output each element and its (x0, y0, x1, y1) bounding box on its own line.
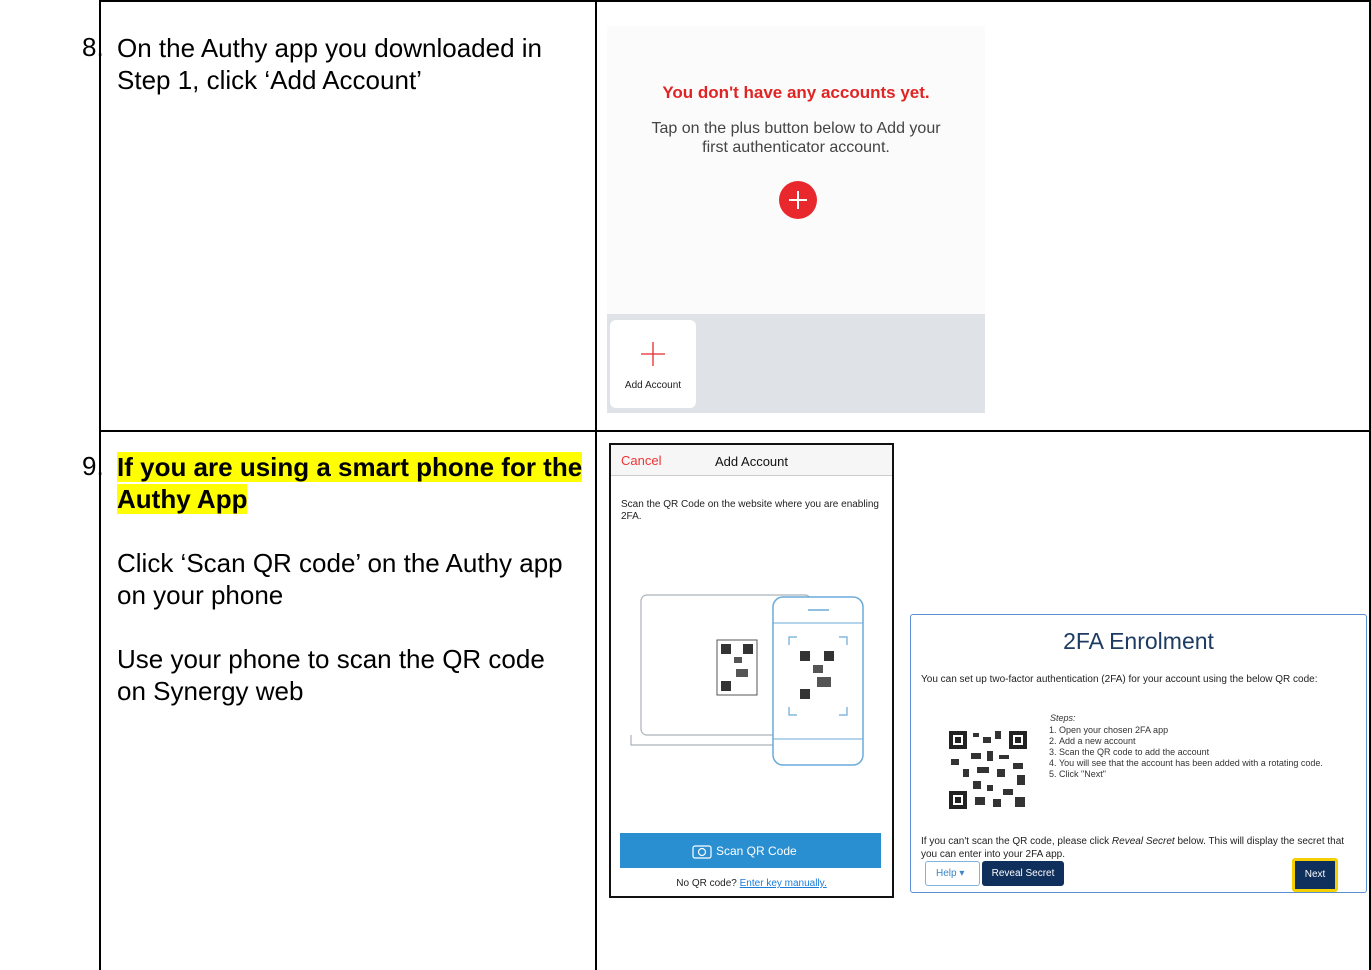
no-qr-code-text: No QR code? (676, 878, 737, 889)
add-account-header: Cancel Add Account (611, 445, 892, 476)
laptop-phone-qr-illustration (630, 594, 864, 766)
step-8-number: 8. (82, 32, 104, 62)
no-qr-code-line: No QR code? Enter key manually. (611, 878, 892, 889)
plus-icon (789, 191, 807, 209)
table-column-divider (595, 0, 597, 970)
scan-qr-code-button[interactable]: Scan QR Code (620, 833, 881, 868)
enrolment-title: 2FA Enrolment (1063, 628, 1214, 654)
reveal-secret-button[interactable]: Reveal Secret (982, 861, 1064, 886)
scan-instructions: Scan the QR Code on the website where yo… (621, 499, 879, 522)
step-9-number: 9. (82, 451, 104, 481)
qr-code-image (947, 729, 1029, 811)
add-account-title: Add Account (715, 454, 788, 469)
step-9-para1-line-1: Click ‘Scan QR code’ on the Authy app (117, 548, 563, 578)
no-accounts-subtitle-line-2: first authenticator account. (702, 139, 890, 156)
step-9-highlight-line-1: If you are using a smart phone for the (117, 452, 583, 482)
camera-icon (692, 845, 712, 859)
next-label: Next (1304, 869, 1326, 880)
list-item: Click "Next" (1059, 769, 1349, 780)
add-account-tile[interactable]: Add Account (610, 320, 696, 408)
step-9-para2-line-2: on Synergy web (117, 676, 304, 706)
list-item: Scan the QR code to add the account (1059, 747, 1349, 758)
table-row-divider (99, 430, 1371, 432)
scan-qr-code-label: Scan QR Code (716, 844, 797, 858)
step-9-highlight-line-2: Authy App (117, 484, 248, 514)
add-account-tile-label: Add Account (624, 380, 682, 391)
table-border-top (99, 0, 1371, 2)
next-button[interactable]: Next (1292, 858, 1338, 892)
authy-add-account-screenshot: Cancel Add Account Scan the QR Code on t… (609, 443, 894, 898)
no-accounts-subtitle-line-1: Tap on the plus button below to Add your (651, 120, 941, 137)
authy-bottom-bar: Add Account (607, 314, 985, 413)
list-item: You will see that the account has been a… (1059, 758, 1349, 769)
step-9-text: If you are using a smart phone for the A… (117, 451, 583, 707)
help-dropdown-button[interactable]: Help ▾ (925, 861, 980, 886)
no-accounts-title: You don't have any accounts yet. (662, 83, 930, 102)
reveal-secret-note: If you can't scan the QR code, please cl… (921, 835, 1351, 861)
step-8-line-1: On the Authy app you downloaded in (117, 33, 542, 63)
authy-home-screenshot: You don't have any accounts yet. Tap on … (607, 26, 985, 413)
enter-key-manually-link[interactable]: Enter key manually. (740, 878, 827, 889)
table-border-left (99, 0, 101, 970)
reveal-secret-label: Reveal Secret (991, 868, 1055, 879)
enrolment-intro: You can set up two-factor authentication… (921, 674, 1318, 685)
list-item: Add a new account (1059, 736, 1349, 747)
step-8-line-2: Step 1, click ‘Add Account’ (117, 65, 422, 95)
step-9-para2-line-1: Use your phone to scan the QR code (117, 644, 545, 674)
help-label: Help ▾ (936, 868, 965, 879)
reveal-note-emphasis: Reveal Secret (1111, 836, 1175, 847)
reveal-note-text: If you can't scan the QR code, please cl… (921, 836, 1112, 847)
list-item: Open your chosen 2FA app (1059, 725, 1349, 736)
plus-icon (641, 342, 665, 366)
step-8-text: On the Authy app you downloaded in Step … (117, 32, 542, 96)
no-accounts-subtitle: Tap on the plus button below to Add your… (607, 119, 985, 157)
step-9-para1-line-2: on your phone (117, 580, 284, 610)
2fa-enrolment-panel: 2FA Enrolment You can set up two-factor … (910, 614, 1367, 893)
add-account-plus-button[interactable] (779, 181, 817, 219)
enrolment-steps: Open your chosen 2FA app Add a new accou… (1041, 725, 1349, 780)
steps-label: Steps: (1050, 713, 1076, 723)
